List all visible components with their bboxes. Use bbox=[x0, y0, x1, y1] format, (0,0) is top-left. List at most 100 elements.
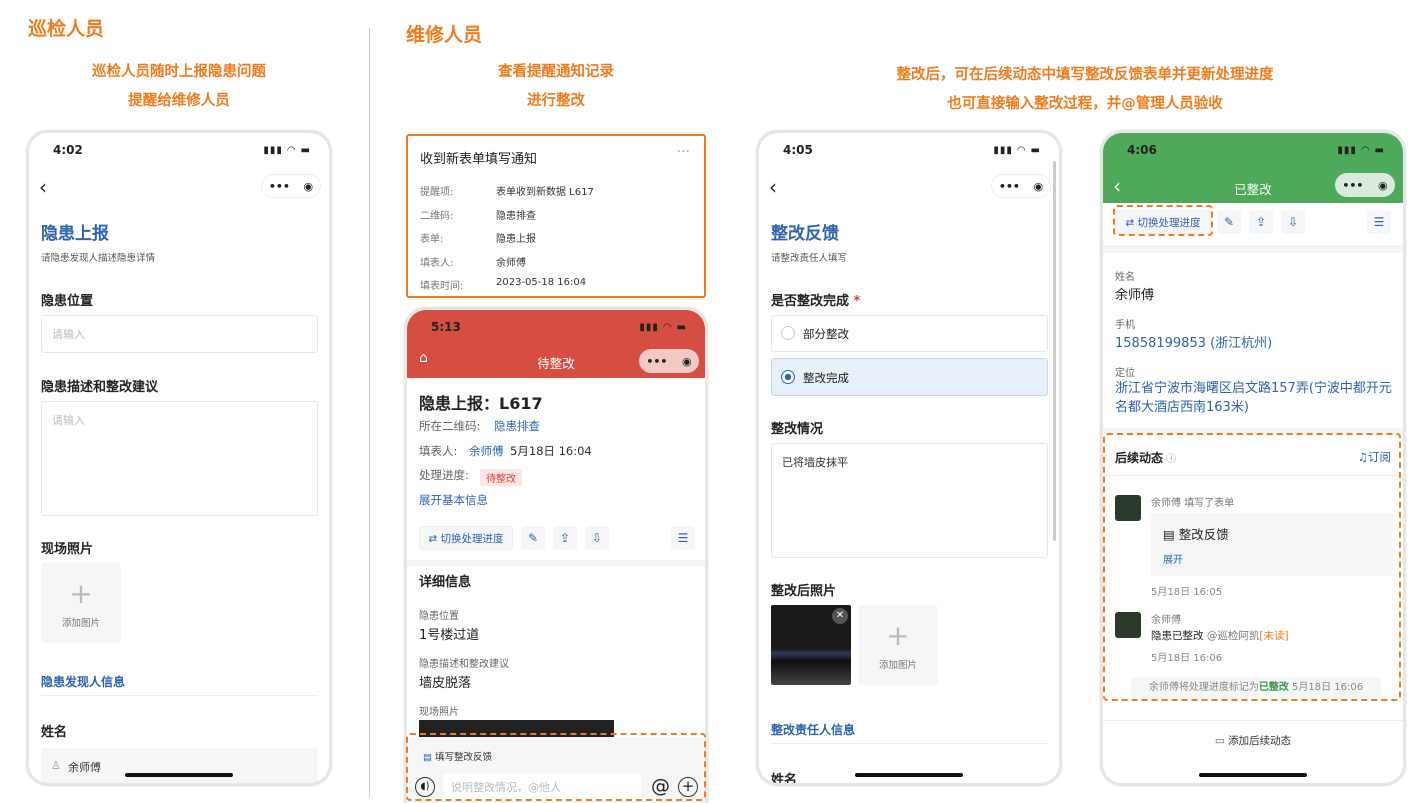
back-icon[interactable]: ‹ bbox=[769, 175, 777, 199]
field-label-name: 姓名 bbox=[771, 773, 798, 786]
notice-value-2: 隐患上报 bbox=[496, 234, 536, 245]
status-icons: ▮▮▮ ◠ ▬ bbox=[639, 322, 687, 333]
notice-label-0: 提醒项: bbox=[420, 187, 454, 198]
scrollbar[interactable] bbox=[1053, 161, 1056, 541]
inspector-caption-2: 提醒给维修人员 bbox=[128, 93, 230, 109]
edit-icon[interactable]: ✎ bbox=[521, 526, 545, 550]
responsible-section-title: 整改责任人信息 bbox=[771, 723, 856, 737]
photo-label: 现场照片 bbox=[419, 707, 459, 718]
reporter-section-title: 隐患发现人信息 bbox=[41, 675, 126, 689]
more-icon[interactable]: ••• bbox=[1342, 179, 1363, 192]
section-title-repair: 维修人员 bbox=[406, 24, 483, 46]
highlight-followup bbox=[1103, 433, 1401, 701]
back-icon[interactable]: ‹ bbox=[39, 175, 47, 199]
mini-capsule[interactable]: ••• ◉ bbox=[261, 174, 321, 198]
more-icon[interactable]: ••• bbox=[646, 355, 667, 368]
form-title: 隐患上报 bbox=[41, 224, 109, 244]
name-field[interactable]: ♙ 余师傅 bbox=[41, 748, 318, 783]
more-icon[interactable]: ••• bbox=[269, 180, 290, 193]
situation-textarea[interactable]: 已将墙皮抹平 bbox=[771, 443, 1048, 558]
add-photo-label: 添加图片 bbox=[61, 618, 100, 629]
notice-value-1: 隐患排查 bbox=[496, 211, 536, 222]
status-time: 4:02 bbox=[53, 143, 83, 157]
record-title: 隐患上报：L617 bbox=[419, 394, 543, 413]
notice-value-3: 余师傅 bbox=[496, 258, 526, 269]
phone-hazard-report: 4:02 ▮▮▮ ◠ ▬ ‹ ••• ◉ 隐患上报 请隐患发现人描述隐患详情 隐… bbox=[26, 130, 332, 786]
menu-icon[interactable]: ☰ bbox=[1367, 210, 1391, 234]
after-photo-thumbnail[interactable]: ✕ bbox=[771, 605, 851, 685]
menu-icon[interactable]: ☰ bbox=[671, 526, 695, 550]
filler-link[interactable]: 余师傅 bbox=[469, 443, 504, 459]
divider bbox=[1103, 245, 1403, 253]
progress-label: 处理进度: bbox=[419, 468, 469, 482]
close-icon[interactable]: ◉ bbox=[1034, 180, 1044, 193]
description-label: 隐患描述和整改建议 bbox=[419, 659, 509, 670]
qr-label: 所在二维码: bbox=[419, 419, 481, 433]
add-photo-button[interactable]: + 添加图片 bbox=[41, 563, 121, 643]
name-value: 余师傅 bbox=[1115, 288, 1155, 303]
close-icon[interactable]: ◉ bbox=[1378, 179, 1388, 192]
status-icons: ▮▮▮ ◠ ▬ bbox=[263, 145, 311, 156]
form-title: 整改反馈 bbox=[771, 224, 839, 244]
radio-checked-icon bbox=[781, 370, 795, 384]
field-label-name: 姓名 bbox=[41, 725, 68, 740]
notice-label-3: 填表人: bbox=[420, 258, 454, 269]
notice-label-1: 二维码: bbox=[420, 211, 454, 222]
inspector-caption-1: 巡检人员随时上报隐患问题 bbox=[92, 64, 266, 80]
mini-capsule[interactable]: ••• ◉ bbox=[639, 349, 699, 373]
location-link[interactable]: 浙江省宁波市海曙区启文路157弄(宁波中都开元名都大酒店西南163米) bbox=[1115, 379, 1393, 417]
notice-label-2: 表单: bbox=[420, 234, 444, 245]
repair-caption-2: 进行整改 bbox=[527, 93, 585, 109]
situation-label: 整改情况 bbox=[771, 422, 824, 437]
expand-basic-info-link[interactable]: 展开基本信息 bbox=[419, 492, 488, 508]
filler-label: 填表人: bbox=[419, 444, 458, 458]
detail-section-title: 详细信息 bbox=[419, 575, 472, 590]
more-icon[interactable]: ··· bbox=[677, 144, 690, 160]
divider bbox=[41, 695, 318, 696]
divider bbox=[407, 560, 705, 566]
phone-fix-feedback: 4:05 ▮▮▮ ◠ ▬ ‹ ••• ◉ 整改反馈 请整改责任人填写 是否整改完… bbox=[756, 130, 1062, 786]
close-icon[interactable]: ◉ bbox=[682, 355, 692, 368]
name-label: 姓名 bbox=[1115, 272, 1135, 283]
add-photo-button[interactable]: + 添加图片 bbox=[858, 605, 938, 685]
field-label-location: 隐患位置 bbox=[41, 294, 94, 309]
share-icon[interactable]: ⇪ bbox=[553, 526, 577, 550]
status-icons: ▮▮▮ ◠ ▬ bbox=[1337, 145, 1385, 156]
notice-value-4: 2023-05-18 16:04 bbox=[496, 277, 587, 288]
download-icon[interactable]: ⇩ bbox=[585, 526, 609, 550]
edit-icon[interactable]: ✎ bbox=[1217, 210, 1241, 234]
notification-card[interactable]: 收到新表单填写通知 ··· 提醒项: 表单收到新数据 L617 二维码: 隐患排… bbox=[406, 134, 706, 298]
filler-time: 5月18日 16:04 bbox=[510, 444, 592, 458]
location-input[interactable]: 请输入 bbox=[41, 315, 318, 353]
plus-icon: + bbox=[886, 619, 910, 652]
qr-link[interactable]: 隐患排查 bbox=[494, 418, 540, 434]
more-icon[interactable]: ••• bbox=[999, 180, 1020, 193]
add-followup-button[interactable]: ▭ 添加后续动态 bbox=[1103, 733, 1403, 748]
option-label: 部分整改 bbox=[803, 327, 849, 341]
description-textarea[interactable]: 请输入 bbox=[41, 401, 318, 516]
highlight-switch-progress bbox=[1113, 205, 1213, 236]
switch-progress-button[interactable]: ⇄ 切换处理进度 bbox=[419, 526, 513, 550]
name-value: 余师傅 bbox=[68, 761, 101, 774]
phone-pending-fix: 5:13 ▮▮▮ ◠ ▬ ⌂ 待整改 ••• ◉ 隐患上报：L617 所在二维码… bbox=[404, 307, 708, 803]
download-icon[interactable]: ⇩ bbox=[1281, 210, 1305, 234]
option-partial[interactable]: 部分整改 bbox=[771, 315, 1048, 352]
divider bbox=[1103, 720, 1403, 721]
plus-icon: + bbox=[69, 577, 93, 610]
repair-caption-1: 查看提醒通知记录 bbox=[498, 64, 614, 80]
mini-capsule[interactable]: ••• ◉ bbox=[1335, 173, 1395, 197]
highlight-bottom-bar bbox=[406, 733, 706, 801]
remove-photo-icon[interactable]: ✕ bbox=[832, 608, 848, 624]
share-icon[interactable]: ⇪ bbox=[1249, 210, 1273, 234]
field-label-description: 隐患描述和整改建议 bbox=[41, 380, 159, 395]
home-indicator bbox=[855, 773, 963, 777]
close-icon[interactable]: ◉ bbox=[304, 180, 314, 193]
option-complete[interactable]: 整改完成 bbox=[771, 358, 1048, 396]
after-caption-1: 整改后，可在后续动态中填写整改反馈表单并更新处理进度 bbox=[896, 67, 1274, 83]
section-title-inspector: 巡检人员 bbox=[28, 18, 105, 40]
after-photo-label: 整改后照片 bbox=[771, 584, 837, 599]
location-value: 1号楼过道 bbox=[419, 628, 480, 643]
mini-capsule[interactable]: ••• ◉ bbox=[991, 174, 1051, 198]
divider bbox=[771, 743, 1048, 744]
phone-number-link[interactable]: 15858199853 (浙江杭州) bbox=[1115, 332, 1272, 351]
